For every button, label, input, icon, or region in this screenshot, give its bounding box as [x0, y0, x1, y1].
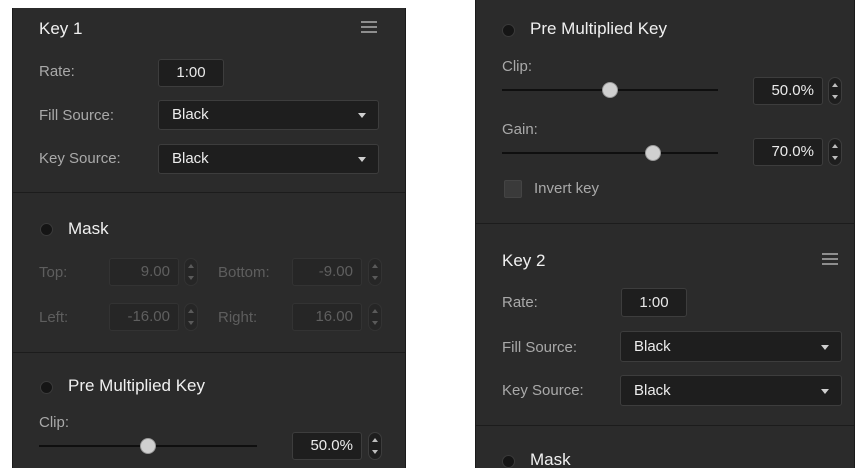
- key1-panel: Key 1 Rate: 1:00 Fill Source: Black Key …: [12, 8, 406, 468]
- key2-title: Key 2: [502, 251, 546, 270]
- key-source-dropdown[interactable]: Black: [620, 375, 842, 406]
- left-field[interactable]: -16.00: [109, 303, 179, 331]
- clip-field[interactable]: 50.0%: [753, 77, 823, 105]
- stepper-up-icon: [188, 264, 194, 268]
- right-stepper[interactable]: [368, 303, 382, 331]
- mask-toggle[interactable]: [40, 223, 53, 236]
- fill-source-label: Fill Source:: [502, 339, 578, 356]
- bottom-field[interactable]: -9.00: [292, 258, 362, 286]
- mask-label: Mask: [68, 219, 109, 238]
- chevron-down-icon: [358, 157, 366, 162]
- fill-source-value: Black: [172, 106, 209, 123]
- clip-slider-thumb[interactable]: [140, 438, 156, 454]
- chevron-down-icon: [358, 113, 366, 118]
- stepper-up-icon: [372, 309, 378, 313]
- clip-stepper[interactable]: [828, 77, 842, 105]
- premult-label: Pre Multiplied Key: [530, 19, 668, 38]
- clip-label: Clip:: [39, 414, 70, 431]
- clip-label: Clip:: [502, 58, 533, 75]
- invert-key-checkbox[interactable]: [504, 180, 522, 198]
- clip-stepper[interactable]: [368, 432, 382, 460]
- divider: [13, 192, 405, 193]
- fill-source-value: Black: [634, 338, 671, 355]
- stepper-down-icon: [832, 95, 838, 99]
- key-source-label: Key Source:: [502, 382, 584, 399]
- bottom-label: Bottom:: [218, 264, 270, 281]
- stepper-down-icon: [372, 450, 378, 454]
- mask-toggle[interactable]: [502, 455, 515, 468]
- top-field[interactable]: 9.00: [109, 258, 179, 286]
- top-label: Top:: [39, 264, 68, 281]
- stepper-down-icon: [188, 321, 194, 325]
- divider: [476, 425, 854, 426]
- fill-source-dropdown[interactable]: Black: [158, 100, 379, 130]
- stepper-up-icon: [372, 438, 378, 442]
- premult-label: Pre Multiplied Key: [68, 376, 206, 395]
- stepper-up-icon: [372, 264, 378, 268]
- clip-field[interactable]: 50.0%: [292, 432, 362, 460]
- key-source-value: Black: [634, 382, 671, 399]
- mask-label: Mask: [530, 450, 571, 468]
- left-label: Left:: [39, 309, 69, 326]
- rate-label: Rate:: [39, 63, 75, 80]
- rate-field[interactable]: 1:00: [621, 288, 687, 317]
- stepper-down-icon: [832, 156, 838, 160]
- clip-slider-thumb[interactable]: [602, 82, 618, 98]
- stepper-down-icon: [372, 321, 378, 325]
- key1-title: Key 1: [39, 19, 83, 38]
- gain-label: Gain:: [502, 121, 538, 138]
- chevron-down-icon: [821, 344, 829, 350]
- divider: [476, 223, 854, 224]
- key-source-dropdown[interactable]: Black: [158, 144, 379, 174]
- bottom-stepper[interactable]: [368, 258, 382, 286]
- rate-label: Rate:: [502, 294, 538, 311]
- fill-source-dropdown[interactable]: Black: [620, 331, 842, 362]
- rate-field[interactable]: 1:00: [158, 59, 224, 87]
- key2-panel: Pre Multiplied Key Clip: 50.0% Gain: 70.…: [475, 0, 855, 468]
- menu-icon[interactable]: [822, 253, 838, 265]
- stepper-up-icon: [188, 309, 194, 313]
- invert-key-label: Invert key: [534, 180, 600, 197]
- right-field[interactable]: 16.00: [292, 303, 362, 331]
- gain-slider-thumb[interactable]: [645, 145, 662, 161]
- top-stepper[interactable]: [184, 258, 198, 286]
- stepper-down-icon: [372, 276, 378, 280]
- stepper-up-icon: [832, 83, 838, 87]
- left-stepper[interactable]: [184, 303, 198, 331]
- stepper-down-icon: [188, 276, 194, 280]
- key-source-label: Key Source:: [39, 150, 121, 167]
- divider: [13, 352, 405, 353]
- premult-toggle[interactable]: [502, 24, 515, 37]
- chevron-down-icon: [821, 388, 829, 394]
- menu-icon[interactable]: [361, 21, 377, 33]
- stepper-up-icon: [832, 144, 838, 148]
- right-label: Right:: [218, 309, 258, 326]
- premult-toggle[interactable]: [40, 381, 53, 394]
- gain-stepper[interactable]: [828, 138, 842, 166]
- key-source-value: Black: [172, 150, 209, 167]
- gain-slider-track[interactable]: [502, 152, 718, 154]
- gain-field[interactable]: 70.0%: [753, 138, 823, 166]
- fill-source-label: Fill Source:: [39, 107, 115, 124]
